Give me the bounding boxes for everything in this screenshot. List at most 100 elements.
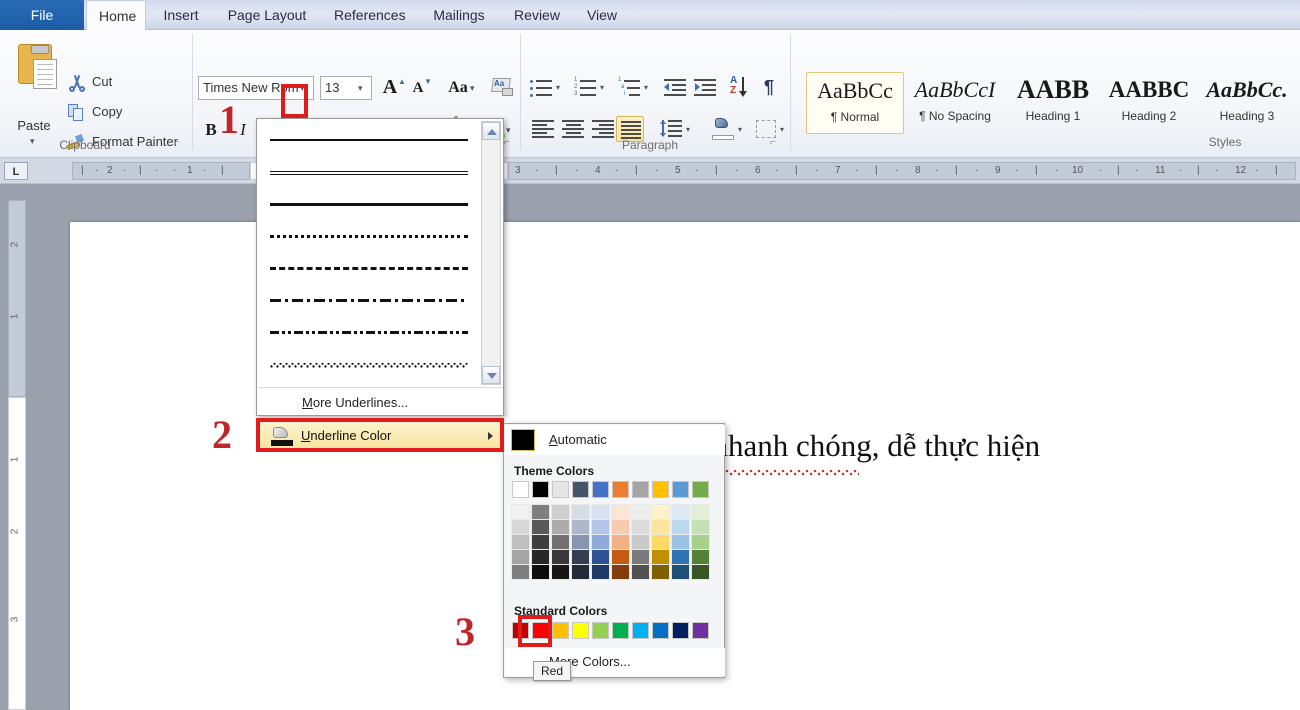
theme-variant-swatch[interactable] — [652, 505, 669, 519]
theme-variant-swatch[interactable] — [652, 565, 669, 579]
theme-variant-swatch[interactable] — [652, 550, 669, 564]
theme-variant-swatch[interactable] — [672, 505, 689, 519]
theme-swatch[interactable] — [612, 481, 629, 498]
theme-variant-swatch[interactable] — [572, 565, 589, 579]
underline-style-wavy[interactable] — [266, 348, 472, 380]
automatic-color-row[interactable]: Automatic — [505, 425, 725, 455]
theme-variant-swatch[interactable] — [592, 535, 609, 549]
theme-variant-swatch[interactable] — [672, 550, 689, 564]
numbering-icon[interactable]: 1 2 3 — [574, 78, 598, 98]
underline-style-single[interactable] — [266, 124, 472, 156]
standard-swatch-yellow[interactable] — [572, 622, 589, 639]
style-heading-1[interactable]: AABB Heading 1 — [1004, 72, 1102, 134]
underline-style-double[interactable] — [266, 156, 472, 188]
theme-swatch[interactable] — [632, 481, 649, 498]
theme-swatch[interactable] — [532, 481, 549, 498]
tab-page-layout[interactable]: Page Layout — [214, 0, 320, 30]
tab-file[interactable]: File — [0, 0, 84, 30]
underline-style-dash-dot[interactable] — [266, 284, 472, 316]
underline-menu-scrollbar[interactable] — [481, 121, 501, 385]
clipboard-dialog-launcher[interactable]: ⌐ — [174, 137, 186, 149]
standard-swatch-light-blue[interactable] — [632, 622, 649, 639]
theme-swatch[interactable] — [692, 481, 709, 498]
bullets-caret-icon[interactable]: ▾ — [556, 83, 560, 92]
theme-variant-swatch[interactable] — [512, 505, 529, 519]
automatic-color-swatch[interactable] — [511, 429, 535, 451]
align-right-icon[interactable] — [592, 120, 614, 138]
theme-variant-swatch[interactable] — [632, 520, 649, 534]
theme-variant-swatch[interactable] — [532, 535, 549, 549]
tab-mailings[interactable]: Mailings — [418, 0, 500, 30]
theme-variant-swatch[interactable] — [632, 550, 649, 564]
theme-variant-swatch[interactable] — [672, 535, 689, 549]
standard-swatch-light-green[interactable] — [592, 622, 609, 639]
underline-style-dotted[interactable] — [266, 220, 472, 252]
copy-icon[interactable] — [68, 104, 86, 122]
theme-variant-swatch[interactable] — [592, 520, 609, 534]
theme-variant-swatch[interactable] — [552, 520, 569, 534]
underline-style-dash-dot-dot[interactable] — [266, 316, 472, 348]
theme-variant-swatch[interactable] — [612, 535, 629, 549]
underline-style-dashed[interactable] — [266, 252, 472, 284]
theme-variant-swatch[interactable] — [572, 505, 589, 519]
theme-variant-swatch[interactable] — [592, 565, 609, 579]
shading-icon[interactable] — [712, 118, 736, 140]
decrease-indent-icon[interactable] — [664, 78, 688, 98]
standard-swatch-purple[interactable] — [692, 622, 709, 639]
underline-style-thick[interactable] — [266, 188, 472, 220]
tab-home[interactable]: Home — [86, 0, 146, 30]
scroll-down-icon[interactable] — [482, 366, 500, 384]
theme-variant-swatch[interactable] — [612, 505, 629, 519]
theme-variant-swatch[interactable] — [512, 565, 529, 579]
sort-icon[interactable]: A Z — [730, 76, 754, 100]
theme-variant-swatch[interactable] — [612, 520, 629, 534]
style-normal[interactable]: AaBbCc ¶ Normal — [806, 72, 904, 134]
font-color-caret-icon[interactable]: ▾ — [506, 125, 511, 136]
multilevel-caret-icon[interactable]: ▾ — [644, 83, 648, 92]
style-no-spacing[interactable]: AaBbCcI ¶ No Spacing — [906, 72, 1004, 134]
theme-swatch[interactable] — [572, 481, 589, 498]
more-underlines-item[interactable]: MMore Underlines...ore Underlines... — [258, 391, 503, 415]
font-size-input[interactable]: 13 — [320, 76, 372, 100]
tab-references[interactable]: References — [322, 0, 416, 30]
vertical-ruler[interactable]: 2 1 1 2 3 — [8, 185, 26, 710]
align-center-icon[interactable] — [562, 120, 584, 138]
theme-variant-swatch[interactable] — [612, 565, 629, 579]
standard-swatch-green[interactable] — [612, 622, 629, 639]
standard-swatch-orange[interactable] — [552, 622, 569, 639]
theme-variant-swatch[interactable] — [652, 535, 669, 549]
line-spacing-caret-icon[interactable]: ▾ — [686, 125, 690, 134]
theme-variant-swatch[interactable] — [632, 565, 649, 579]
theme-variant-swatch[interactable] — [552, 565, 569, 579]
theme-variant-swatch[interactable] — [532, 550, 549, 564]
paste-button[interactable] — [14, 38, 56, 86]
theme-swatch[interactable] — [512, 481, 529, 498]
tab-insert[interactable]: Insert — [150, 0, 212, 30]
theme-variant-swatch[interactable] — [592, 505, 609, 519]
standard-swatch-dark-blue[interactable] — [672, 622, 689, 639]
theme-variant-swatch[interactable] — [692, 520, 709, 534]
theme-variant-swatch[interactable] — [672, 565, 689, 579]
theme-variant-swatch[interactable] — [692, 535, 709, 549]
change-case-caret-icon[interactable]: ▾ — [470, 83, 475, 94]
theme-swatch[interactable] — [652, 481, 669, 498]
cut-button[interactable]: Cut — [92, 74, 112, 89]
multilevel-list-icon[interactable]: 1 a i — [618, 78, 642, 98]
theme-variant-swatch[interactable] — [532, 565, 549, 579]
style-heading-2[interactable]: AABBC Heading 2 — [1100, 72, 1198, 134]
theme-swatch[interactable] — [552, 481, 569, 498]
theme-variant-swatch[interactable] — [632, 505, 649, 519]
theme-variant-swatch[interactable] — [532, 505, 549, 519]
borders-caret-icon[interactable]: ▾ — [780, 125, 784, 134]
theme-variant-swatch[interactable] — [692, 550, 709, 564]
paragraph-dialog-launcher[interactable]: ⌐ — [770, 137, 782, 149]
underline-style-list[interactable] — [258, 120, 480, 386]
font-dialog-launcher[interactable]: ⌐ — [504, 137, 516, 149]
theme-variant-swatch[interactable] — [572, 535, 589, 549]
theme-variant-swatch[interactable] — [692, 505, 709, 519]
numbering-caret-icon[interactable]: ▾ — [600, 83, 604, 92]
theme-variant-swatch[interactable] — [512, 535, 529, 549]
tab-stop-selector[interactable]: L — [4, 162, 28, 180]
theme-variant-swatch[interactable] — [512, 520, 529, 534]
borders-icon[interactable] — [756, 120, 776, 138]
